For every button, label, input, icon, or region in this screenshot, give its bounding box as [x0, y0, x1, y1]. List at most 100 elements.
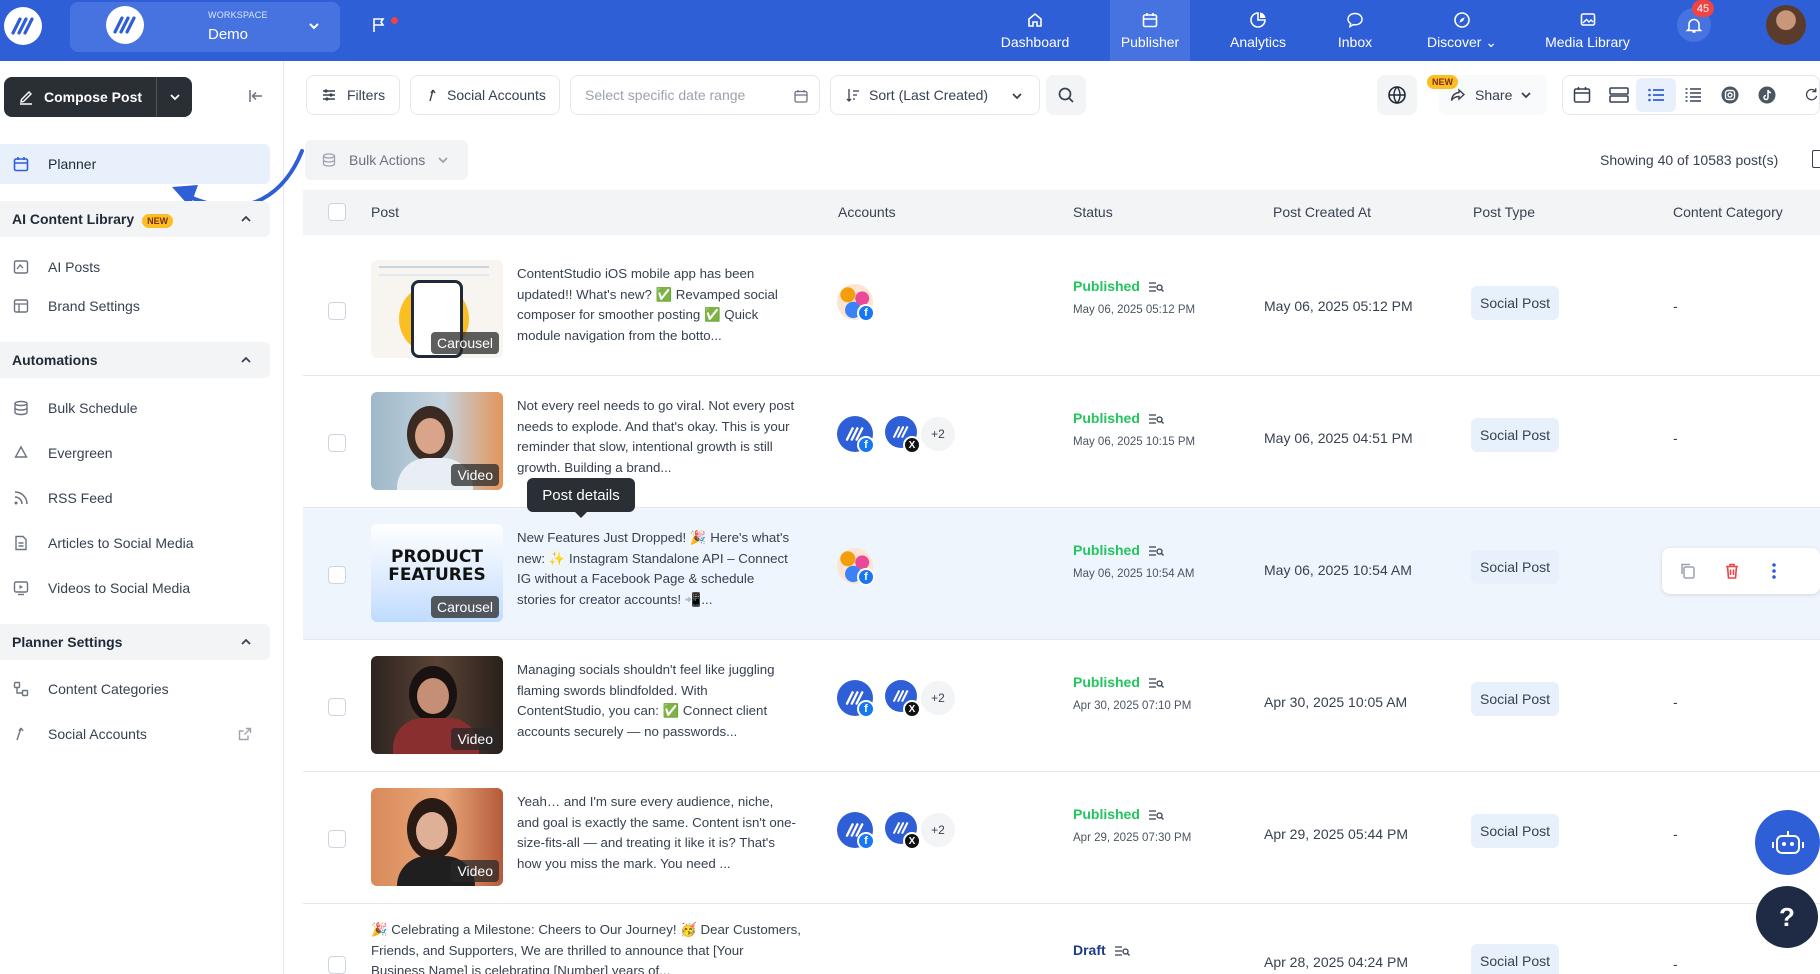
table-row[interactable]: PRODUCT FEATURES Carousel New Features J… [303, 508, 1820, 640]
user-avatar[interactable] [1766, 5, 1806, 45]
list-view-icon[interactable] [1645, 84, 1667, 106]
sidebar-item-social-accounts[interactable]: Social Accounts [0, 714, 270, 754]
column-settings-icon[interactable] [1812, 150, 1820, 168]
status-badge: Published [1073, 542, 1164, 558]
nav-media-library[interactable]: Media Library [1535, 0, 1640, 61]
table-row[interactable]: Carousel ContentStudio iOS mobile app ha… [303, 244, 1820, 376]
sidebar-item-label: Social Accounts [48, 726, 147, 742]
nav-analytics[interactable]: Analytics [1218, 0, 1298, 61]
more-options-icon[interactable] [1764, 561, 1784, 581]
post-text[interactable]: 🎉 Celebrating a Milestone: Cheers to Our… [371, 920, 801, 974]
nav-discover[interactable]: Discover ⌄ [1412, 0, 1512, 61]
column-header-post-created-at[interactable]: Post Created At [1273, 204, 1371, 220]
delete-icon[interactable] [1722, 561, 1742, 581]
post-thumbnail[interactable]: Video [371, 656, 503, 754]
more-accounts-count[interactable]: +2 [921, 813, 955, 847]
table-row[interactable]: 🎉 Celebrating a Milestone: Cheers to Our… [303, 904, 1820, 974]
column-header-post[interactable]: Post [371, 204, 399, 220]
bulk-actions-dropdown[interactable]: Bulk Actions [305, 140, 468, 180]
flag-icon[interactable] [370, 16, 388, 34]
collapse-sidebar-icon[interactable] [247, 87, 265, 105]
details-icon[interactable] [1148, 280, 1164, 294]
compose-options-dropdown[interactable] [157, 90, 192, 104]
details-icon[interactable] [1114, 944, 1130, 958]
chevron-down-icon [438, 157, 448, 164]
column-header-content-category[interactable]: Content Category [1673, 204, 1783, 220]
sidebar-item-bulk-schedule[interactable]: Bulk Schedule [0, 388, 270, 428]
media-type-tag: Carousel [430, 332, 499, 354]
ai-content-library-section[interactable]: AI Content Library NEW [0, 201, 270, 237]
post-type-badge: Social Post [1471, 944, 1560, 974]
sidebar-item-ai-posts[interactable]: AI Posts [0, 247, 270, 287]
chevron-down-icon [169, 94, 180, 101]
row-checkbox[interactable] [328, 830, 346, 848]
post-text[interactable]: Not every reel needs to go viral. Not ev… [517, 396, 797, 480]
tiktok-grid-view-icon[interactable] [1756, 84, 1778, 106]
planner-settings-section[interactable]: Planner Settings [0, 624, 270, 660]
sidebar-item-evergreen[interactable]: Evergreen [0, 433, 270, 473]
details-icon[interactable] [1148, 676, 1164, 690]
sidebar-item-articles-to-social-media[interactable]: Articles to Social Media [0, 523, 270, 563]
post-created-at: May 06, 2025 04:51 PM [1264, 430, 1413, 446]
social-accounts-filter[interactable]: Social Accounts [410, 75, 560, 115]
column-header-post-type[interactable]: Post Type [1473, 204, 1535, 220]
external-link-icon[interactable] [237, 726, 253, 742]
sort-dropdown[interactable]: Sort (Last Created) [830, 75, 1040, 115]
sidebar-item-planner[interactable]: Planner [0, 144, 270, 184]
row-checkbox[interactable] [328, 434, 346, 452]
workspace-switcher[interactable]: WORKSPACE Demo [70, 2, 340, 52]
post-thumbnail[interactable]: PRODUCT FEATURES Carousel [371, 524, 503, 622]
details-icon[interactable] [1148, 808, 1164, 822]
select-all-checkbox[interactable] [328, 203, 346, 221]
post-thumbnail[interactable]: Carousel [371, 260, 503, 358]
details-icon[interactable] [1148, 544, 1164, 558]
nav-publisher-label: Publisher [1120, 34, 1180, 50]
post-text[interactable]: New Features Just Dropped! 🎉 Here's what… [517, 528, 797, 612]
post-text[interactable]: Yeah… and I'm sure every audience, niche… [517, 792, 797, 876]
chevron-down-icon [1521, 92, 1531, 99]
refresh-icon[interactable] [1803, 84, 1820, 106]
post-thumbnail[interactable]: Video [371, 788, 503, 886]
compose-post-main[interactable]: Compose Post [4, 77, 156, 117]
table-row[interactable]: Video Managing socials shouldn't feel li… [303, 640, 1820, 772]
sidebar-item-label: Brand Settings [48, 298, 140, 314]
duplicate-icon[interactable] [1678, 561, 1698, 581]
row-checkbox[interactable] [328, 302, 346, 320]
compose-post-button[interactable]: Compose Post [4, 77, 192, 117]
instagram-grid-view-icon[interactable] [1719, 84, 1741, 106]
automations-section[interactable]: Automations [0, 342, 270, 378]
column-header-accounts[interactable]: Accounts [838, 204, 896, 220]
sidebar-item-brand-settings[interactable]: Brand Settings [0, 286, 270, 326]
help-button[interactable]: ? [1756, 886, 1818, 948]
row-checkbox[interactable] [328, 698, 346, 716]
post-text[interactable]: ContentStudio iOS mobile app has been up… [517, 264, 797, 348]
post-text[interactable]: Managing socials shouldn't feel like jug… [517, 660, 797, 744]
filters-button[interactable]: Filters [306, 75, 400, 115]
nav-dashboard[interactable]: Dashboard [985, 0, 1085, 61]
feed-view-icon[interactable] [1608, 84, 1630, 106]
nav-publisher[interactable]: Publisher [1110, 0, 1190, 61]
calendar-view-icon[interactable] [1571, 84, 1593, 106]
sidebar-item-label: Videos to Social Media [48, 580, 191, 596]
table-row[interactable]: Video Yeah… and I'm sure every audience,… [303, 772, 1820, 904]
more-accounts-count[interactable]: +2 [921, 417, 955, 451]
column-header-status[interactable]: Status [1073, 204, 1113, 220]
post-thumbnail[interactable]: Video [371, 392, 503, 490]
contentstudio-logo[interactable] [4, 7, 42, 45]
more-accounts-count[interactable]: +2 [921, 681, 955, 715]
search-button[interactable] [1046, 75, 1086, 115]
status-badge: Published [1073, 278, 1164, 294]
sidebar-item-label: Articles to Social Media [48, 535, 194, 551]
sidebar-item-rss-feed[interactable]: RSS Feed [0, 478, 270, 518]
sidebar-item-label: RSS Feed [48, 490, 113, 506]
ai-assistant-button[interactable] [1755, 810, 1820, 875]
details-icon[interactable] [1148, 412, 1164, 426]
timezone-button[interactable] [1377, 75, 1417, 115]
compact-list-view-icon[interactable] [1682, 84, 1704, 106]
row-checkbox[interactable] [328, 956, 346, 974]
sidebar-item-videos-to-social-media[interactable]: Videos to Social Media [0, 568, 270, 608]
row-checkbox[interactable] [328, 566, 346, 584]
sidebar-item-content-categories[interactable]: Content Categories [0, 669, 270, 709]
nav-inbox[interactable]: Inbox [1318, 0, 1392, 61]
date-range-input[interactable]: Select specific date range [570, 75, 820, 115]
